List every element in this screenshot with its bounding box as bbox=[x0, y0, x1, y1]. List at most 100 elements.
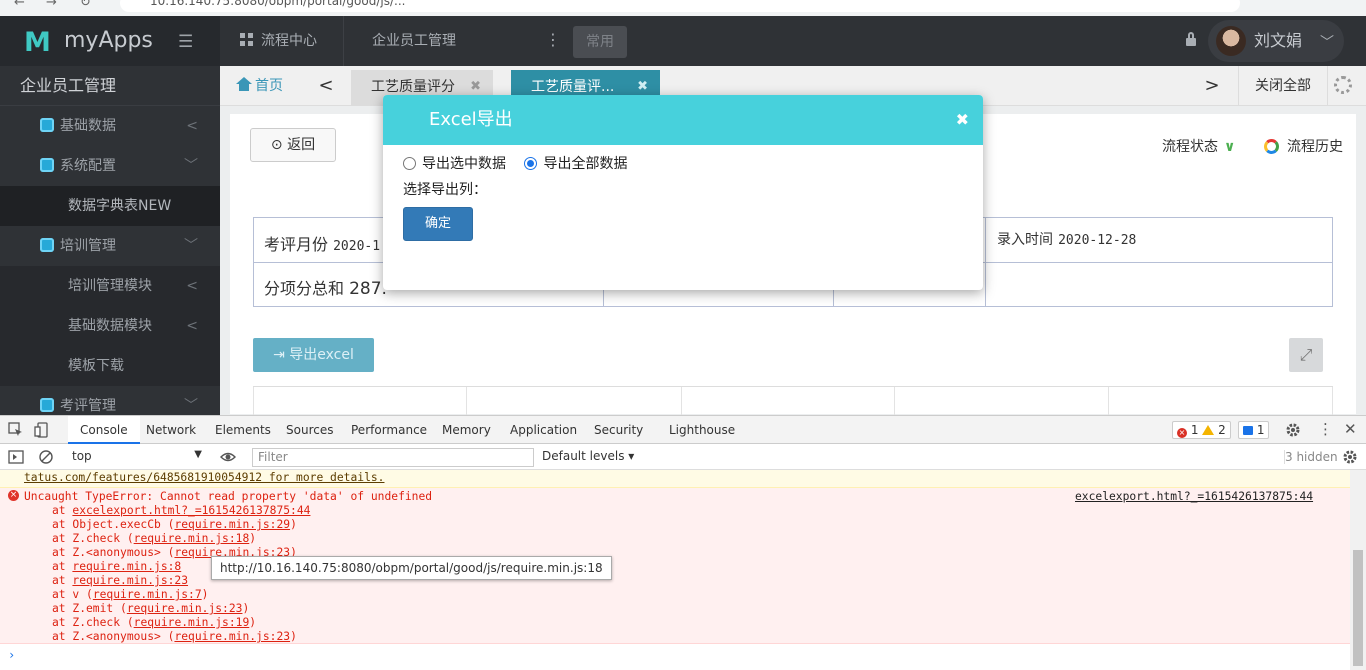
stack-function: at v bbox=[52, 588, 87, 601]
sidebar-item-label: 模板下载 bbox=[68, 358, 124, 374]
stack-source-link[interactable]: require.min.js:23 bbox=[174, 630, 290, 643]
sidebar-item[interactable]: 考评管理 ﹀ bbox=[0, 386, 220, 415]
close-icon[interactable]: ✖ bbox=[956, 110, 969, 129]
console-settings-icon[interactable] bbox=[1342, 449, 1358, 465]
sidebar-item[interactable]: 模板下载 bbox=[0, 346, 220, 386]
flow-state-button[interactable]: 流程状态 ∨ bbox=[1162, 136, 1235, 156]
more-vertical-icon[interactable]: ⋮ bbox=[545, 30, 561, 49]
error-source-link[interactable]: excelexport.html?_=1615426137875:44 bbox=[1075, 490, 1313, 504]
devtools-tab-performance[interactable]: Performance bbox=[351, 416, 427, 444]
console-prompt-icon[interactable]: › bbox=[8, 648, 15, 662]
columns-label: 选择导出列： bbox=[403, 182, 487, 198]
stack-source-link[interactable]: require.min.js:18 bbox=[134, 532, 250, 545]
stack-source-link[interactable]: excelexport.html?_=1615426137875:44 bbox=[72, 504, 310, 517]
stack-source-link[interactable]: require.min.js:29 bbox=[174, 518, 290, 531]
devtools-panel: Console Network Elements Sources Performance… bbox=[0, 415, 1366, 670]
entry-time-value: 2020-12-28 bbox=[1058, 233, 1137, 248]
cube-icon bbox=[40, 118, 54, 132]
message-icon bbox=[1243, 426, 1253, 435]
devtools-tab-elements[interactable]: Elements bbox=[215, 416, 271, 444]
option-export-selected[interactable]: 导出选中数据 bbox=[403, 156, 506, 172]
export-excel-button[interactable]: ⇥ 导出excel bbox=[253, 338, 374, 372]
devtools-tab-memory[interactable]: Memory bbox=[442, 416, 491, 444]
option-export-selected-label: 导出选中数据 bbox=[422, 156, 506, 172]
stack-frame: at require.min.js:8 bbox=[52, 560, 181, 574]
console-scrollbar[interactable] bbox=[1350, 470, 1366, 670]
nav-process-center[interactable]: 流程中心 bbox=[220, 16, 344, 66]
sidebar-item-label: 基础数据模块 bbox=[68, 318, 152, 334]
address-bar[interactable]: 10.16.140.75:8080/obpm/portal/good/js/..… bbox=[120, 0, 1240, 12]
sidebar-item[interactable]: 基础数据模块 < bbox=[0, 306, 220, 346]
tab-prev-icon[interactable]: < bbox=[306, 66, 346, 106]
back-arrow-icon[interactable]: ← bbox=[14, 0, 25, 10]
common-button[interactable]: 常用 bbox=[573, 26, 627, 58]
stack-source-link[interactable]: require.min.js:19 bbox=[134, 616, 250, 629]
console-output: tatus.com/features/6485681910054912 for … bbox=[0, 470, 1350, 670]
warning-link[interactable]: tatus.com/features/6485681910054912 for … bbox=[24, 471, 384, 484]
devtools-tab-sources[interactable]: Sources bbox=[286, 416, 333, 444]
app-header: M myApps ☰ 流程中心 企业员工管理 ⋮ 常用 刘文娟 ﹀ bbox=[0, 16, 1366, 66]
sidebar-toggle-icon[interactable] bbox=[8, 449, 24, 465]
filter-input[interactable]: Filter bbox=[252, 448, 534, 467]
cube-icon bbox=[40, 238, 54, 252]
entry-time-field: 录入时间 2020-12-28 bbox=[997, 229, 1136, 249]
message-counter[interactable]: 1 bbox=[1238, 421, 1270, 439]
warning-icon bbox=[1202, 425, 1215, 435]
device-toolbar-icon[interactable] bbox=[34, 422, 50, 438]
stack-function: at Z.check bbox=[52, 532, 127, 545]
stack-source-link[interactable]: require.min.js:23 bbox=[127, 602, 243, 615]
browser-toolbar: ← → ↻ 10.16.140.75:8080/obpm/portal/good… bbox=[0, 0, 1366, 16]
inspect-element-icon[interactable] bbox=[8, 422, 24, 438]
stack-function: at bbox=[52, 504, 73, 517]
confirm-button[interactable]: 确定 bbox=[403, 207, 473, 241]
user-menu[interactable]: 刘文娟 ﹀ bbox=[1208, 20, 1344, 62]
lock-icon[interactable] bbox=[1186, 32, 1196, 46]
sidebar-item[interactable]: 数据字典表NEW bbox=[0, 186, 220, 226]
back-button[interactable]: ⊙ 返回 bbox=[250, 128, 336, 162]
sum-label: 分项分总和 bbox=[264, 279, 345, 298]
caret-down-icon: ▼ bbox=[194, 449, 202, 460]
devtools-tab-security[interactable]: Security bbox=[594, 416, 643, 444]
forward-arrow-icon[interactable]: → bbox=[46, 0, 57, 10]
option-export-all[interactable]: 导出全部数据 bbox=[524, 156, 627, 172]
stack-function: at Z.<anonymous> bbox=[52, 630, 168, 643]
context-selector[interactable]: top ▼ bbox=[72, 449, 202, 463]
sidebar-item[interactable]: 培训管理 ﹀ bbox=[0, 226, 220, 266]
close-all-tabs-button[interactable]: 关闭全部 bbox=[1238, 66, 1328, 106]
sidebar-item[interactable]: 基础数据 < bbox=[0, 106, 220, 146]
grid-icon bbox=[240, 33, 253, 46]
sidebar-title: 企业员工管理 bbox=[0, 66, 220, 106]
close-devtools-icon[interactable]: ✕ bbox=[1344, 420, 1357, 438]
stack-source-link[interactable]: require.min.js:23 bbox=[72, 574, 188, 587]
expand-icon[interactable]: ⤢ bbox=[1289, 338, 1323, 372]
devtools-tab-lighthouse[interactable]: Lighthouse bbox=[669, 416, 735, 444]
settings-gear-icon[interactable] bbox=[1285, 422, 1301, 438]
stack-source-link[interactable]: require.min.js:7 bbox=[93, 588, 202, 601]
reload-icon[interactable]: ↻ bbox=[80, 0, 91, 10]
sidebar-item[interactable]: 系统配置 ﹀ bbox=[0, 146, 220, 186]
tab-next-icon[interactable]: > bbox=[1192, 66, 1232, 106]
radio-export-selected[interactable] bbox=[403, 157, 416, 170]
gear-icon[interactable] bbox=[1334, 76, 1352, 94]
devtools-tab-console[interactable]: Console bbox=[68, 416, 140, 444]
error-warning-counter[interactable]: × 1 2 bbox=[1172, 421, 1231, 439]
log-levels-dropdown[interactable]: Default levels ▾ bbox=[542, 449, 634, 463]
tab-home-label: 首页 bbox=[255, 78, 283, 94]
stack-source-link[interactable]: require.min.js:8 bbox=[72, 560, 181, 573]
devtools-tab-network[interactable]: Network bbox=[146, 416, 196, 444]
more-vertical-icon[interactable]: ⋮ bbox=[1318, 420, 1333, 438]
error-message-block: × Uncaught TypeError: Cannot read proper… bbox=[0, 488, 1350, 644]
nav-process-center-label: 流程中心 bbox=[261, 33, 317, 49]
menu-toggle-icon[interactable]: ☰ bbox=[178, 32, 193, 52]
tab-home[interactable]: 首页 bbox=[220, 66, 308, 106]
stack-function: at Z.check bbox=[52, 616, 127, 629]
flow-history-button[interactable]: 流程历史 bbox=[1264, 136, 1343, 156]
eval-month-field: 考评月份 2020-1 bbox=[264, 231, 380, 255]
error-circle-icon: × bbox=[8, 490, 19, 501]
sidebar-item[interactable]: 培训管理模块 < bbox=[0, 266, 220, 306]
eye-icon[interactable] bbox=[220, 449, 236, 465]
devtools-tab-application[interactable]: Application bbox=[510, 416, 577, 444]
nav-employee-mgmt[interactable]: 企业员工管理 bbox=[372, 16, 456, 66]
radio-export-all[interactable] bbox=[524, 157, 538, 170]
clear-console-icon[interactable] bbox=[38, 449, 54, 465]
